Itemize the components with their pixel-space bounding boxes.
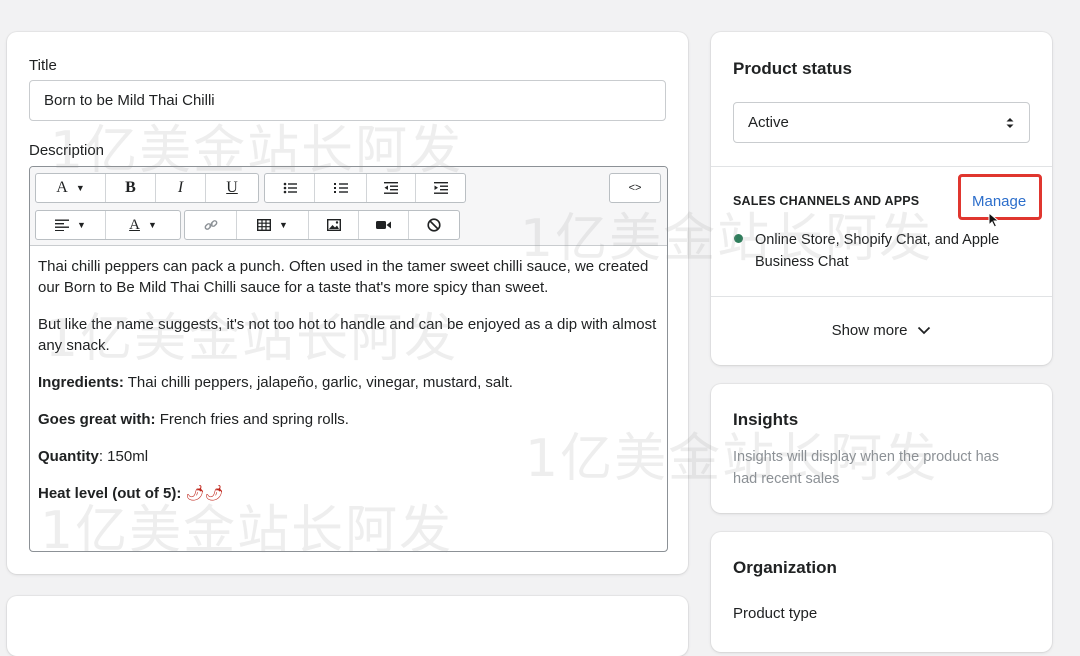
underline-button[interactable]: U xyxy=(206,174,258,202)
insights-card: Insights Insights will display when the … xyxy=(711,384,1052,513)
title-value: Born to be Mild Thai Chilli xyxy=(44,92,215,109)
format-group: A ▼ B I U xyxy=(35,173,259,203)
align-group: ▼ A ▼ xyxy=(35,210,181,240)
product-details-card: Title Born to be Mild Thai Chilli Descri… xyxy=(7,32,688,574)
table-icon xyxy=(257,219,272,231)
chevron-down-icon: ▼ xyxy=(147,220,157,230)
status-select[interactable]: Active xyxy=(733,102,1030,143)
text-color-icon: A xyxy=(129,216,140,233)
code-icon: <> xyxy=(628,182,642,194)
quantity-line: Quantity: 150ml xyxy=(38,446,659,467)
list-group xyxy=(264,173,466,203)
description-paragraph: But like the name suggests, it's not too… xyxy=(38,316,657,354)
video-button[interactable] xyxy=(359,211,409,239)
insights-text: Insights will display when the product h… xyxy=(733,449,999,487)
show-more-label: Show more xyxy=(831,322,908,339)
divider xyxy=(711,296,1052,297)
divider xyxy=(711,166,1052,167)
bullet-list-button[interactable] xyxy=(265,174,315,202)
italic-button[interactable]: I xyxy=(156,174,206,202)
title-input[interactable]: Born to be Mild Thai Chilli xyxy=(29,80,666,121)
heat-level-value: 🌶🌶 xyxy=(181,485,224,502)
text-color-button[interactable]: A ▼ xyxy=(106,211,180,239)
insights-heading: Insights xyxy=(733,410,799,429)
bullet-list-icon xyxy=(283,182,297,194)
clear-formatting-icon xyxy=(427,218,441,232)
font-style-button[interactable]: A ▼ xyxy=(36,174,106,202)
ingredients-value: Thai chilli peppers, jalapeño, garlic, v… xyxy=(123,374,513,391)
heat-level-line: Heat level (out of 5): 🌶🌶 xyxy=(38,483,659,504)
bold-label: B xyxy=(125,179,136,196)
status-selected-value: Active xyxy=(748,114,789,131)
font-style-label: A xyxy=(56,179,68,196)
link-button[interactable] xyxy=(185,211,237,239)
bold-button[interactable]: B xyxy=(106,174,156,202)
video-icon xyxy=(376,221,391,229)
organization-card: Organization Product type xyxy=(711,532,1052,652)
italic-label: I xyxy=(177,179,184,196)
description-content[interactable]: Thai chilli peppers can pack a punch. Of… xyxy=(30,245,667,551)
chevron-down-icon: ▼ xyxy=(77,220,86,230)
manage-link[interactable]: Manage xyxy=(972,193,1026,210)
chevron-down-icon: ▼ xyxy=(75,183,85,193)
product-status-card: Product status Active SALES CHANNELS AND… xyxy=(711,32,1052,365)
heat-level-label: Heat level (out of 5): xyxy=(38,485,182,502)
chevron-down-icon xyxy=(918,326,931,335)
ingredients-label: Ingredients: xyxy=(38,374,124,391)
underline-label: U xyxy=(226,179,238,196)
clear-formatting-button[interactable] xyxy=(409,211,459,239)
goes-great-value: French fries and spring rolls. xyxy=(155,411,349,428)
description-editor: A ▼ B I U <> ▼ A ▼ ▼ Thai chilli peppers… xyxy=(29,166,668,552)
indent-button[interactable] xyxy=(416,174,465,202)
product-status-heading: Product status xyxy=(733,59,853,78)
code-group: <> xyxy=(609,173,661,203)
insert-group: ▼ xyxy=(184,210,460,240)
image-icon xyxy=(326,219,341,231)
sales-channels-heading: SALES CHANNELS AND APPS xyxy=(733,194,920,208)
quantity-value: : 150ml xyxy=(98,448,149,465)
show-html-button[interactable]: <> xyxy=(610,174,660,202)
show-more-button[interactable]: Show more xyxy=(711,322,1052,339)
editor-toolbar: A ▼ B I U <> ▼ A ▼ ▼ xyxy=(30,167,667,246)
link-icon xyxy=(204,220,217,230)
table-button[interactable]: ▼ xyxy=(237,211,309,239)
channels-text: Online Store, Shopify Chat, and Apple Bu… xyxy=(755,232,1000,270)
select-arrows-icon xyxy=(1006,117,1014,128)
description-label: Description xyxy=(29,142,105,159)
goes-great-line: Goes great with: French fries and spring… xyxy=(38,409,659,430)
title-label: Title xyxy=(29,57,57,74)
channel-status-dot xyxy=(734,234,743,243)
outdent-button[interactable] xyxy=(367,174,416,202)
organization-heading: Organization xyxy=(733,558,837,577)
numbered-list-icon xyxy=(333,183,348,193)
next-section-card xyxy=(7,596,688,656)
image-button[interactable] xyxy=(309,211,359,239)
ingredients-line: Ingredients: Thai chilli peppers, jalape… xyxy=(38,372,659,393)
outdent-icon xyxy=(384,182,398,194)
align-button[interactable]: ▼ xyxy=(36,211,106,239)
indent-icon xyxy=(433,182,448,194)
product-type-label: Product type xyxy=(733,605,818,622)
quantity-label: Quantity xyxy=(38,448,99,465)
goes-great-label: Goes great with: xyxy=(38,411,156,428)
align-left-icon xyxy=(55,219,70,231)
chevron-down-icon: ▼ xyxy=(279,220,288,230)
description-paragraph: Thai chilli peppers can pack a punch. Of… xyxy=(38,258,649,296)
mouse-cursor-icon xyxy=(988,212,1000,228)
numbered-list-button[interactable] xyxy=(315,174,367,202)
